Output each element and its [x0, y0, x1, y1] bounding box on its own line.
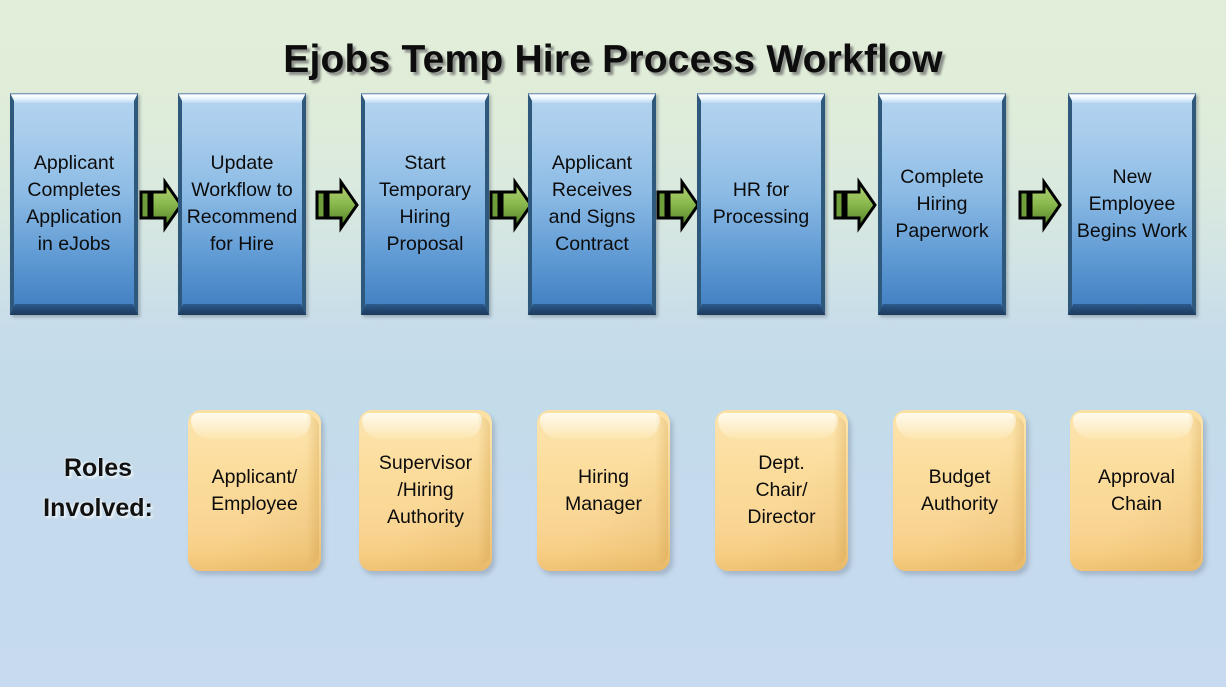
process-step-5[interactable]: HR for Processing: [697, 93, 825, 315]
process-step-label: Applicant Receives and Signs Contract: [548, 152, 636, 255]
process-step-label: Start Temporary Hiring Proposal: [378, 152, 472, 255]
role-label: Dept. Chair/ Director: [747, 452, 816, 528]
role-box-6[interactable]: Approval Chain: [1070, 410, 1203, 571]
page-title: Ejobs Temp Hire Process Workflow: [283, 38, 943, 81]
role-box-2[interactable]: Supervisor /Hiring Authority: [359, 410, 492, 571]
process-step-2[interactable]: Update Workflow to Recommend for Hire: [178, 93, 306, 315]
process-step-1[interactable]: Applicant Completes Application in eJobs: [10, 93, 138, 315]
role-label: Applicant/ Employee: [211, 465, 298, 515]
arrow-6-icon: [1018, 177, 1062, 233]
process-step-label: New Employee Begins Work: [1076, 165, 1188, 242]
role-box-1[interactable]: Applicant/ Employee: [188, 410, 321, 571]
workflow-slide: Ejobs Temp Hire Process Workflow Applica…: [0, 0, 1226, 687]
roles-involved-heading: Roles Involved:: [43, 454, 153, 522]
role-box-4[interactable]: Dept. Chair/ Director: [715, 410, 848, 571]
role-label: Budget Authority: [921, 465, 998, 515]
arrow-2-icon: [315, 177, 359, 233]
role-label: Approval Chain: [1098, 465, 1175, 515]
arrow-3-icon: [489, 177, 533, 233]
arrow-4-icon: [656, 177, 700, 233]
process-step-3[interactable]: Start Temporary Hiring Proposal: [361, 93, 489, 315]
process-step-label: Applicant Completes Application in eJobs: [26, 152, 122, 255]
process-step-label: Complete Hiring Paperwork: [895, 165, 989, 242]
process-step-label: Update Workflow to Recommend for Hire: [186, 152, 298, 255]
arrow-1-icon: [139, 177, 183, 233]
role-label: Hiring Manager: [565, 465, 642, 515]
role-box-5[interactable]: Budget Authority: [893, 410, 1026, 571]
process-step-label: HR for Processing: [712, 179, 810, 228]
process-step-6[interactable]: Complete Hiring Paperwork: [878, 93, 1006, 315]
process-step-7[interactable]: New Employee Begins Work: [1068, 93, 1196, 315]
role-label: Supervisor /Hiring Authority: [378, 452, 473, 528]
arrow-5-icon: [833, 177, 877, 233]
role-box-3[interactable]: Hiring Manager: [537, 410, 670, 571]
process-step-4[interactable]: Applicant Receives and Signs Contract: [528, 93, 656, 315]
